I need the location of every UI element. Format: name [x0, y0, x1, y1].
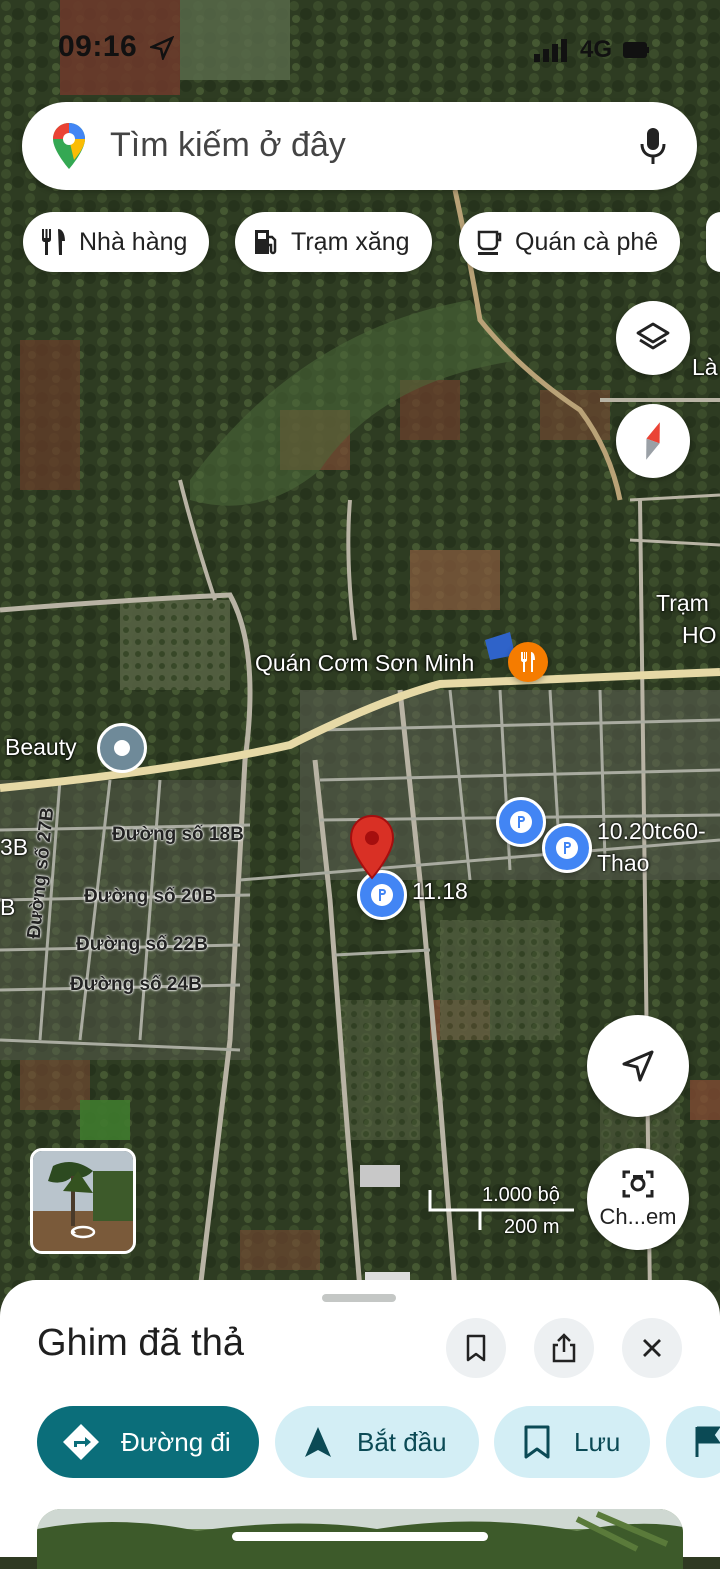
location-arrow-icon: [150, 36, 174, 60]
chip-label: Quán cà phê: [515, 227, 659, 256]
close-button[interactable]: [622, 1318, 682, 1378]
signal-icon: [533, 39, 567, 62]
beauty-marker[interactable]: [97, 723, 147, 773]
beauty-label[interactable]: Beauty: [5, 734, 77, 761]
dot-icon: [114, 740, 130, 756]
map-label-b: B: [0, 894, 16, 920]
camera-label: Ch...em: [599, 1204, 677, 1229]
scale-imperial: 1.000 bộ: [482, 1184, 560, 1206]
more-action-button[interactable]: [666, 1406, 720, 1478]
fork-knife-icon: [42, 229, 65, 255]
parking-marker-2[interactable]: [496, 797, 546, 847]
save-action-button[interactable]: Lưu: [494, 1406, 650, 1478]
compass-button[interactable]: [616, 404, 690, 478]
start-label: Bắt đầu: [357, 1426, 447, 1457]
navigation-arrow-icon: [305, 1427, 331, 1457]
layers-icon: [636, 322, 670, 350]
microphone-icon[interactable]: [639, 126, 667, 166]
start-button[interactable]: Bắt đầu: [275, 1406, 479, 1478]
chip-more[interactable]: [706, 212, 720, 272]
camera-search-button[interactable]: Ch...em: [587, 1148, 689, 1250]
rotate-360-icon: [70, 1225, 96, 1239]
street-label-18b: Đường số 18B: [112, 824, 244, 845]
ho-label[interactable]: HO: [682, 622, 717, 649]
gas-station-icon: [255, 230, 277, 255]
parking-icon: [556, 837, 578, 859]
coffee-cup-icon: [477, 230, 502, 255]
la-label[interactable]: Là: [692, 354, 718, 381]
save-button[interactable]: [446, 1318, 506, 1378]
parking-label-1[interactable]: 11.18: [412, 878, 468, 905]
share-button[interactable]: [534, 1318, 594, 1378]
network-type: 4G: [579, 36, 612, 63]
compass-icon: [646, 422, 660, 460]
street-view-thumbnail[interactable]: [30, 1148, 136, 1254]
battery-icon: [623, 42, 649, 58]
save-label: Lưu: [574, 1426, 621, 1457]
fork-knife-icon: [521, 652, 535, 672]
navigation-arrow-icon: [622, 1050, 654, 1082]
chip-coffee[interactable]: Quán cà phê: [459, 212, 681, 272]
sheet-drag-handle[interactable]: [322, 1294, 396, 1302]
home-indicator[interactable]: [232, 1532, 488, 1541]
map-scale: 1.000 bộ 200 m: [428, 1184, 578, 1244]
directions-label: Đường đi: [121, 1426, 231, 1457]
google-maps-logo-icon: [53, 123, 85, 169]
place-bottom-sheet[interactable]: Ghim đã thả Đường đi Bắt đầu Lưu: [0, 1280, 720, 1569]
street-label-24b: Đường số 24B: [70, 974, 202, 995]
status-time: 09:16: [58, 30, 138, 63]
chip-label: Nhà hàng: [79, 227, 188, 256]
parking-label-3[interactable]: Thao: [597, 850, 649, 877]
close-icon: [643, 1339, 661, 1357]
search-placeholder[interactable]: Tìm kiếm ở đây: [110, 126, 346, 165]
parking-icon: [371, 884, 393, 906]
restaurant-marker[interactable]: [508, 642, 548, 682]
my-location-button[interactable]: [587, 1015, 689, 1117]
layers-button[interactable]: [616, 301, 690, 375]
chip-label: Trạm xăng: [291, 227, 410, 256]
parking-label-2[interactable]: 10.20tc60-: [597, 818, 706, 845]
bookmark-icon: [524, 1425, 550, 1459]
status-right: 4G: [533, 36, 650, 64]
camera-icon: [622, 1170, 654, 1198]
parking-marker-3[interactable]: [542, 823, 592, 873]
restaurant-label[interactable]: Quán Cơm Sơn Minh: [255, 650, 474, 677]
map-label-3b: 3B: [0, 834, 29, 860]
status-bar: 09:16 4G: [0, 28, 720, 68]
street-label-22b: Đường số 22B: [76, 934, 208, 955]
search-bar[interactable]: Tìm kiếm ở đây: [22, 102, 697, 190]
directions-button[interactable]: Đường đi: [37, 1406, 259, 1478]
street-label-20b: Đường số 20B: [84, 886, 216, 907]
sheet-title: Ghim đã thả: [37, 1322, 244, 1364]
bookmark-icon: [466, 1334, 486, 1362]
scale-metric: 200 m: [504, 1216, 560, 1238]
dropped-pin-icon[interactable]: [347, 814, 397, 884]
directions-icon: [63, 1424, 99, 1460]
chip-restaurants[interactable]: Nhà hàng: [23, 212, 210, 272]
share-icon: [552, 1333, 576, 1363]
tram-label[interactable]: Trạm: [656, 590, 709, 617]
parking-icon: [510, 811, 532, 833]
flag-icon: [695, 1426, 720, 1457]
chip-gas-stations[interactable]: Trạm xăng: [235, 212, 432, 272]
